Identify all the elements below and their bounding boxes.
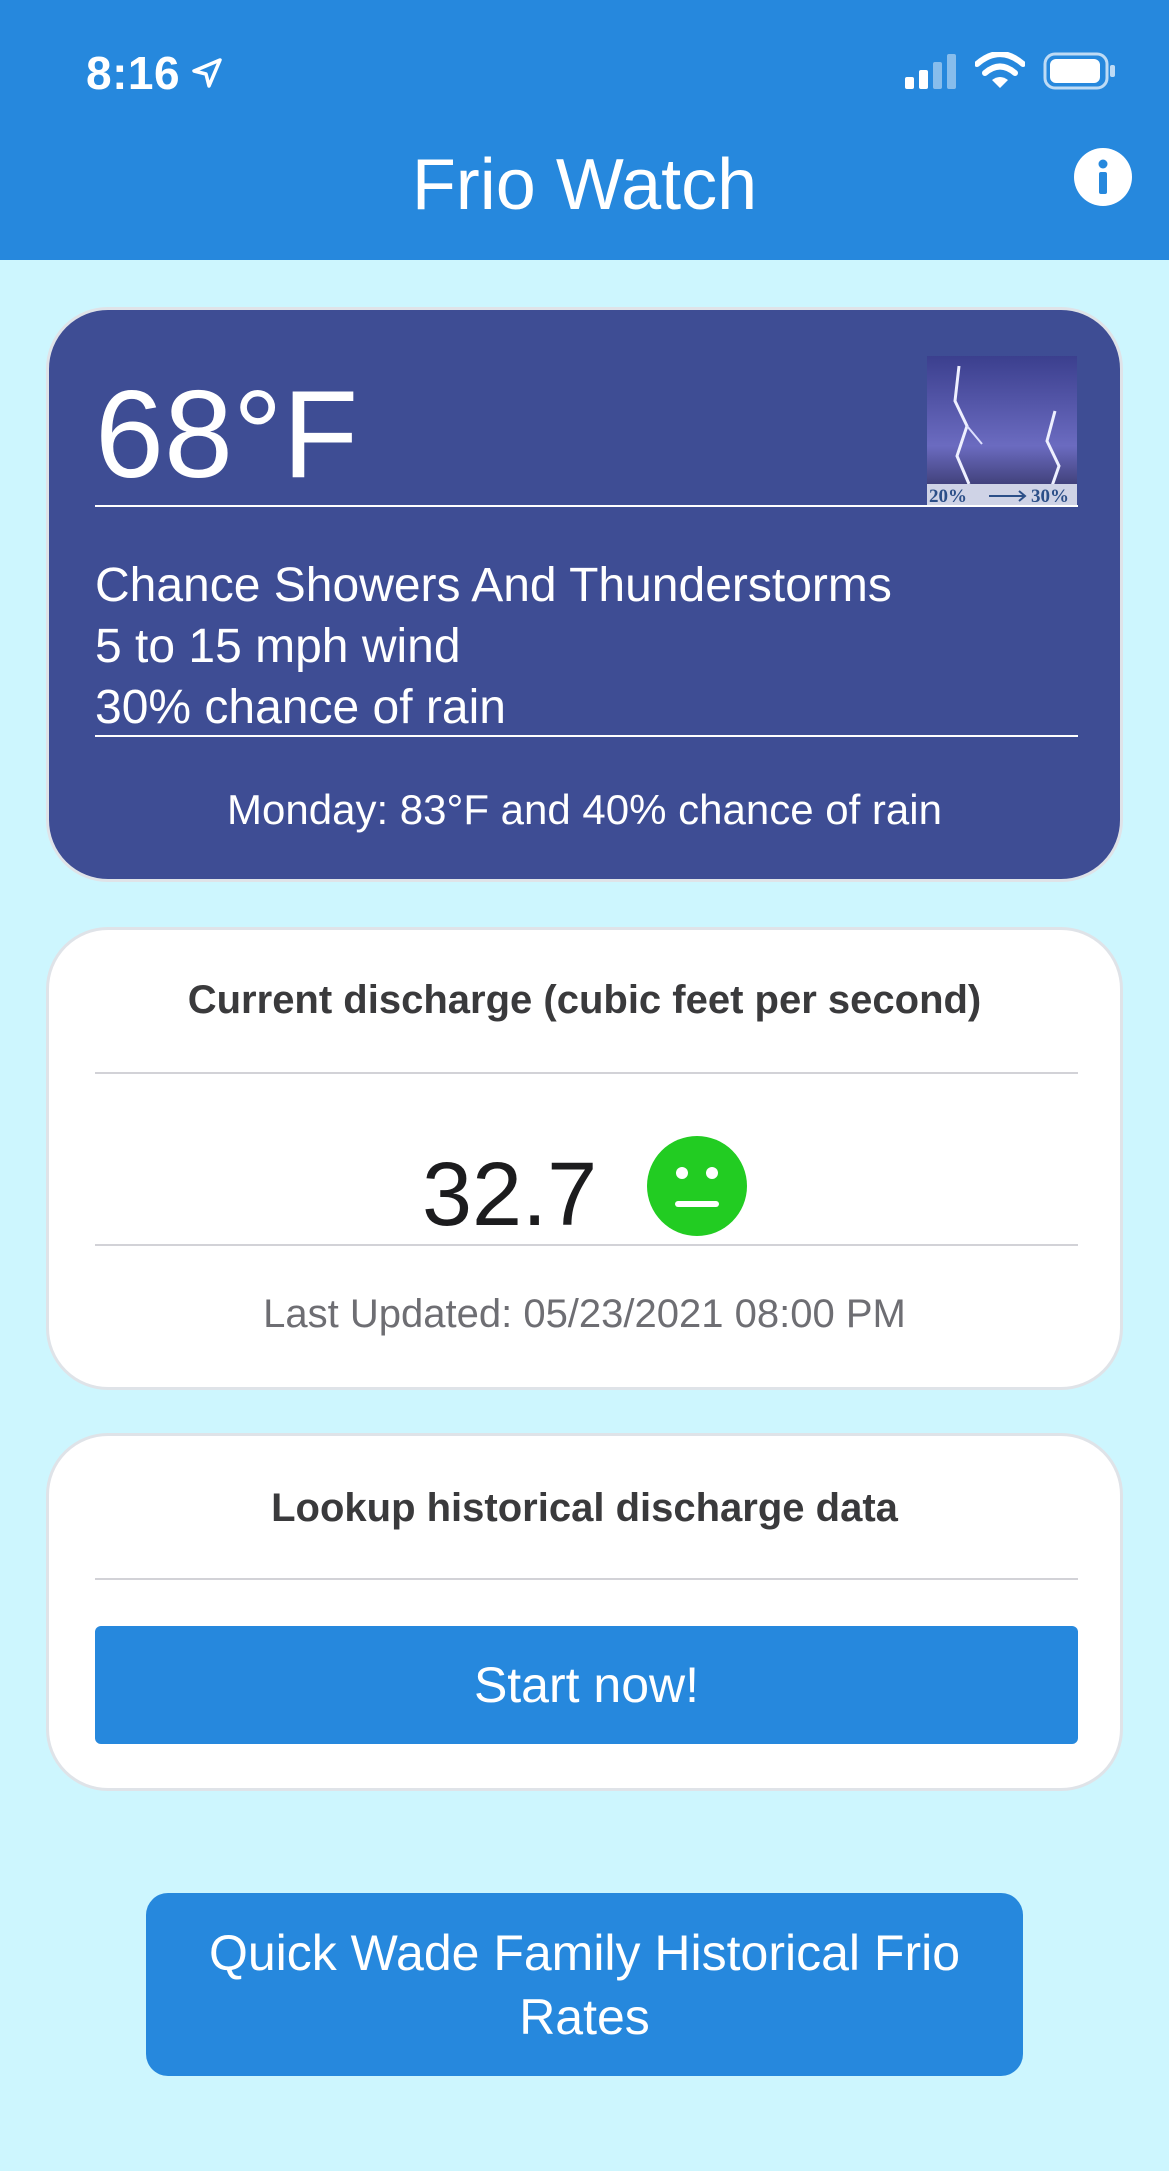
battery-icon xyxy=(1043,52,1115,90)
start-now-button[interactable]: Start now! xyxy=(95,1626,1078,1744)
weather-rain-chance: 30% chance of rain xyxy=(95,681,506,734)
weather-details: Chance Showers And Thunderstorms 5 to 15… xyxy=(95,555,892,738)
discharge-heading: Current discharge (cubic feet per second… xyxy=(187,978,982,1022)
weather-wind: 5 to 15 mph wind xyxy=(95,620,461,673)
history-divider xyxy=(95,1578,1078,1580)
page-title: Frio Watch xyxy=(411,145,758,225)
status-time-text: 8:16 xyxy=(86,47,181,99)
location-arrow-icon xyxy=(192,58,222,88)
quick-wade-family-rates-button[interactable]: Quick Wade Family Historical Frio Rates xyxy=(146,1893,1023,2076)
weather-condition: Chance Showers And Thunderstorms xyxy=(95,559,892,612)
weather-divider-bottom xyxy=(95,735,1078,737)
discharge-value: 32.7 xyxy=(422,1145,598,1245)
status-bar-time: 8:16 xyxy=(86,46,224,100)
neutral-face-icon xyxy=(647,1136,747,1236)
discharge-divider-top xyxy=(95,1072,1078,1074)
discharge-card: Current discharge (cubic feet per second… xyxy=(46,927,1123,1390)
history-card: Lookup historical discharge data Start n… xyxy=(46,1433,1123,1791)
image-caption-right: 30% xyxy=(1031,486,1069,506)
weather-card: 68°F 20% 30% Chance Showers And Thunders… xyxy=(46,307,1123,882)
thunderstorm-weather-image: 20% 30% xyxy=(927,356,1077,506)
cellular-signal-icon xyxy=(905,54,956,89)
weather-divider-top xyxy=(95,505,1078,507)
discharge-divider-bottom xyxy=(95,1244,1078,1246)
image-caption-left: 20% xyxy=(929,486,967,506)
app-header: 8:16 Frio Watch xyxy=(0,0,1169,260)
status-bar-indicators xyxy=(905,52,1117,90)
info-icon[interactable] xyxy=(1073,147,1133,207)
current-temperature: 68°F xyxy=(95,366,359,504)
wifi-icon xyxy=(975,52,1025,88)
history-heading: Lookup historical discharge data xyxy=(271,1486,898,1530)
last-updated: Last Updated: 05/23/2021 08:00 PM xyxy=(263,1292,906,1336)
weather-forecast: Monday: 83°F and 40% chance of rain xyxy=(227,786,942,833)
